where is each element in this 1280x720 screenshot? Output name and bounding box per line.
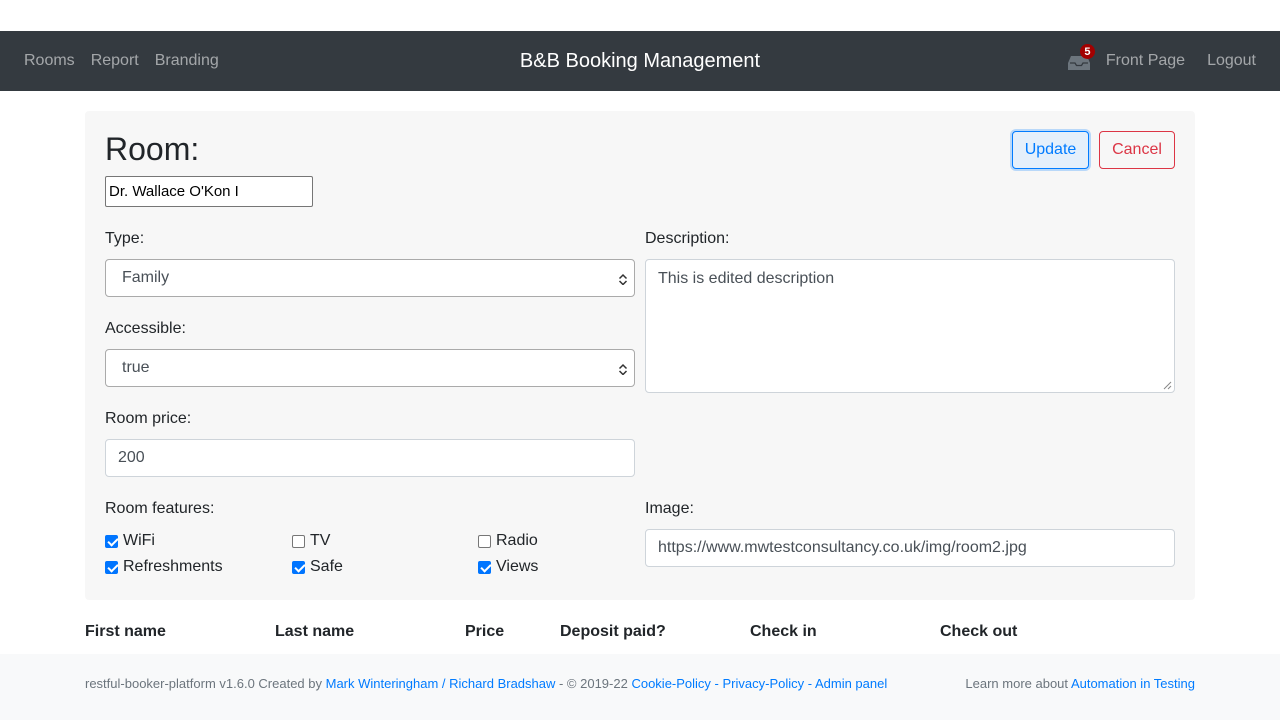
- column-header-first-name: First name: [85, 623, 166, 640]
- chevron-down-icon: [618, 273, 628, 285]
- nav-right: 5 Front Page Logout: [1067, 31, 1256, 91]
- type-select-value: Family: [122, 269, 170, 286]
- accessible-label: Accessible:: [105, 320, 186, 337]
- nav-links: Rooms Report Branding: [24, 31, 219, 91]
- nav-link-logout[interactable]: Logout: [1207, 52, 1256, 70]
- feature-label: WiFi: [123, 532, 155, 549]
- radio-checkbox[interactable]: [478, 534, 491, 548]
- chevron-down-icon: [618, 363, 628, 375]
- column-header-check-out: Check out: [940, 623, 1018, 640]
- description-textarea-value: This is edited description: [658, 270, 835, 287]
- nav-link-report[interactable]: Report: [91, 52, 139, 70]
- safe-checkbox[interactable]: [292, 560, 305, 574]
- image-url-input[interactable]: https://www.mwtestconsultancy.co.uk/img/…: [645, 529, 1175, 567]
- footer-copyright: - © 2019-22: [555, 676, 632, 691]
- price-input[interactable]: 200: [105, 439, 635, 477]
- learn-more-prefix: Learn more about: [965, 676, 1071, 691]
- footer-credits: restful-booker-platform v1.6.0 Created b…: [85, 676, 887, 691]
- accessible-select-value: true: [122, 359, 150, 376]
- nav-link-rooms[interactable]: Rooms: [24, 52, 75, 70]
- image-url-value: https://www.mwtestconsultancy.co.uk/img/…: [658, 539, 1027, 556]
- resize-grip-icon[interactable]: [1163, 381, 1172, 390]
- feature-label: Safe: [310, 558, 343, 575]
- cancel-button[interactable]: Cancel: [1099, 131, 1175, 169]
- feature-views[interactable]: Views: [478, 558, 538, 576]
- footer-separator: -: [710, 676, 723, 691]
- room-name-input[interactable]: [105, 176, 313, 207]
- type-select[interactable]: Family: [105, 259, 635, 297]
- feature-radio[interactable]: Radio: [478, 532, 538, 550]
- price-input-value: 200: [118, 449, 145, 466]
- room-edit-card: Room: Update Cancel Type: Family Accessi…: [85, 111, 1195, 600]
- feature-safe[interactable]: Safe: [292, 558, 343, 576]
- views-checkbox[interactable]: [478, 560, 491, 574]
- admin-panel-link[interactable]: Admin panel: [815, 676, 887, 691]
- top-navbar: Rooms Report Branding B&B Booking Manage…: [0, 31, 1280, 91]
- type-label: Type:: [105, 230, 145, 247]
- notification-count-badge: 5: [1079, 44, 1095, 59]
- author-separator: /: [438, 676, 450, 691]
- feature-label: TV: [310, 532, 331, 549]
- image-label: Image:: [645, 500, 694, 517]
- nav-link-front-page[interactable]: Front Page: [1106, 52, 1185, 70]
- wifi-checkbox[interactable]: [105, 534, 118, 548]
- footer-prefix: restful-booker-platform v1.6.0 Created b…: [85, 676, 326, 691]
- feature-tv[interactable]: TV: [292, 532, 330, 550]
- feature-label: Refreshments: [123, 558, 223, 575]
- feature-label: Views: [496, 558, 539, 575]
- column-header-last-name: Last name: [275, 623, 355, 640]
- nav-link-branding[interactable]: Branding: [155, 52, 219, 70]
- refreshments-checkbox[interactable]: [105, 560, 118, 574]
- column-header-deposit-paid: Deposit paid?: [560, 623, 666, 640]
- footer: restful-booker-platform v1.6.0 Created b…: [0, 654, 1280, 720]
- accessible-select[interactable]: true: [105, 349, 635, 387]
- features-label: Room features:: [105, 500, 215, 517]
- cookie-policy-link[interactable]: Cookie-Policy: [631, 676, 710, 691]
- author-link-richard[interactable]: Richard Bradshaw: [449, 676, 555, 691]
- room-heading: Room:: [105, 131, 200, 167]
- column-header-check-in: Check in: [750, 623, 817, 640]
- feature-wifi[interactable]: WiFi: [105, 532, 155, 550]
- description-textarea[interactable]: This is edited description: [645, 259, 1175, 393]
- footer-separator: -: [804, 676, 815, 691]
- update-button[interactable]: Update: [1012, 131, 1089, 169]
- description-label: Description:: [645, 230, 730, 247]
- privacy-policy-link[interactable]: Privacy-Policy: [723, 676, 805, 691]
- bookings-table-header: First name Last name Price Deposit paid?…: [0, 623, 1280, 643]
- feature-label: Radio: [496, 532, 538, 549]
- price-label: Room price:: [105, 410, 192, 427]
- column-header-price: Price: [465, 623, 505, 640]
- messages-notification[interactable]: 5: [1067, 44, 1095, 71]
- feature-refreshments[interactable]: Refreshments: [105, 558, 223, 576]
- automation-in-testing-link[interactable]: Automation in Testing: [1071, 676, 1195, 691]
- footer-learn-more: Learn more about Automation in Testing: [965, 676, 1195, 691]
- tv-checkbox[interactable]: [292, 534, 305, 548]
- author-link-mark[interactable]: Mark Winteringham: [326, 676, 439, 691]
